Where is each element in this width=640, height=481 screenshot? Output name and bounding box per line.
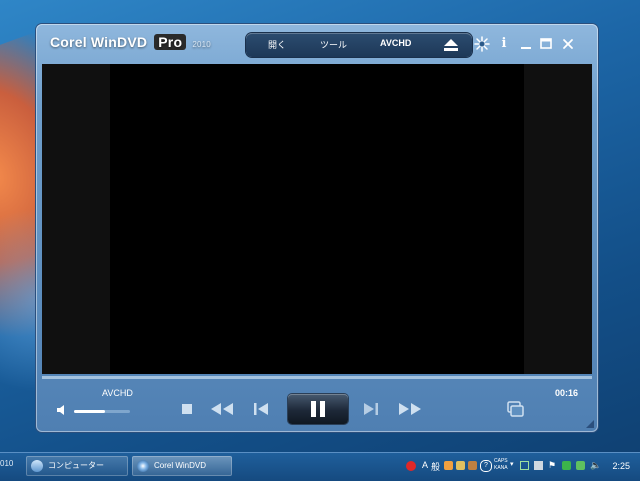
menu-bar: 開く ツール AVCHD [246, 33, 472, 57]
app-title: Corel WinDVD Pro 2010 [50, 34, 211, 50]
pause-icon [311, 401, 325, 417]
close-icon[interactable] [560, 36, 576, 52]
fast-forward-icon[interactable] [396, 400, 424, 418]
taskbar-clock[interactable]: 2:25 [612, 461, 630, 471]
taskbar-button-computer[interactable]: コンピューター [26, 456, 128, 476]
title-icon-group: i [474, 36, 584, 52]
pause-button[interactable] [288, 394, 348, 424]
title-bar[interactable]: Corel WinDVD Pro 2010 開く ツール AVCHD i [36, 24, 598, 62]
taskbar-button-label: Corel WinDVD [154, 461, 207, 470]
speaker-icon[interactable]: 🔈 [590, 460, 601, 471]
menu-tools[interactable]: ツール [320, 38, 347, 51]
maximize-icon[interactable] [538, 36, 554, 52]
app-version: 2010 [192, 40, 211, 49]
kana-indicator: KANA [494, 465, 508, 471]
ime-tool-icon[interactable] [456, 461, 465, 470]
ime-mode[interactable]: A [422, 460, 428, 470]
tray-device-icon[interactable] [534, 461, 543, 470]
volume-level [74, 410, 105, 413]
system-tray: A 般 ? CAPS KANA ▾ ⚑ 🔈 2:25 [404, 456, 640, 478]
windvd-icon [137, 460, 149, 472]
volume-icon[interactable] [56, 404, 68, 416]
resize-grip-icon[interactable] [586, 420, 594, 428]
elapsed-time: 00:16 [554, 388, 578, 398]
seek-bar[interactable] [42, 376, 592, 379]
ime-dictionary-icon[interactable] [444, 461, 453, 470]
taskbar-edge-text: 010 [0, 459, 14, 468]
windvd-player-window: Corel WinDVD Pro 2010 開く ツール AVCHD i AVC… [36, 24, 598, 432]
network-icon[interactable] [576, 461, 585, 470]
ime-label[interactable]: 般 [431, 460, 440, 473]
previous-chapter-icon[interactable] [250, 400, 272, 418]
settings-icon[interactable] [474, 36, 490, 52]
taskbar-button-windvd[interactable]: Corel WinDVD [132, 456, 232, 476]
menu-source-avchd[interactable]: AVCHD [380, 38, 411, 48]
volume-slider[interactable] [74, 410, 130, 413]
source-label: AVCHD [102, 388, 133, 398]
control-panel: AVCHD 00:16 [36, 380, 598, 432]
caps-indicator: CAPS [494, 458, 508, 464]
tray-window-icon[interactable] [520, 461, 529, 470]
menu-open[interactable]: 開く [268, 38, 286, 51]
taskbar-button-label: コンピューター [48, 461, 104, 470]
next-chapter-icon[interactable] [360, 400, 382, 418]
pro-badge: Pro [154, 34, 187, 50]
minimize-icon[interactable] [518, 36, 534, 52]
window-mode-icon[interactable] [504, 400, 526, 418]
video-display[interactable] [42, 64, 592, 374]
video-pillarbox-left [42, 64, 110, 374]
app-name: Corel WinDVD [50, 34, 148, 50]
action-center-flag-icon[interactable]: ⚑ [548, 460, 556, 471]
help-icon[interactable]: ? [480, 460, 492, 472]
tray-security-icon[interactable] [562, 461, 571, 470]
ime-pad-icon[interactable] [468, 461, 477, 470]
video-pillarbox-right [524, 64, 592, 374]
info-icon[interactable]: i [496, 36, 512, 52]
eject-icon[interactable] [444, 39, 458, 51]
ime-options-icon[interactable]: ▾ [510, 460, 514, 468]
windows-taskbar: 010 コンピューター Corel WinDVD A 般 ? CAPS KANA… [0, 452, 640, 481]
stop-icon[interactable] [176, 400, 198, 418]
alert-icon[interactable] [406, 461, 416, 471]
rewind-icon[interactable] [208, 400, 236, 418]
computer-icon [31, 460, 43, 472]
